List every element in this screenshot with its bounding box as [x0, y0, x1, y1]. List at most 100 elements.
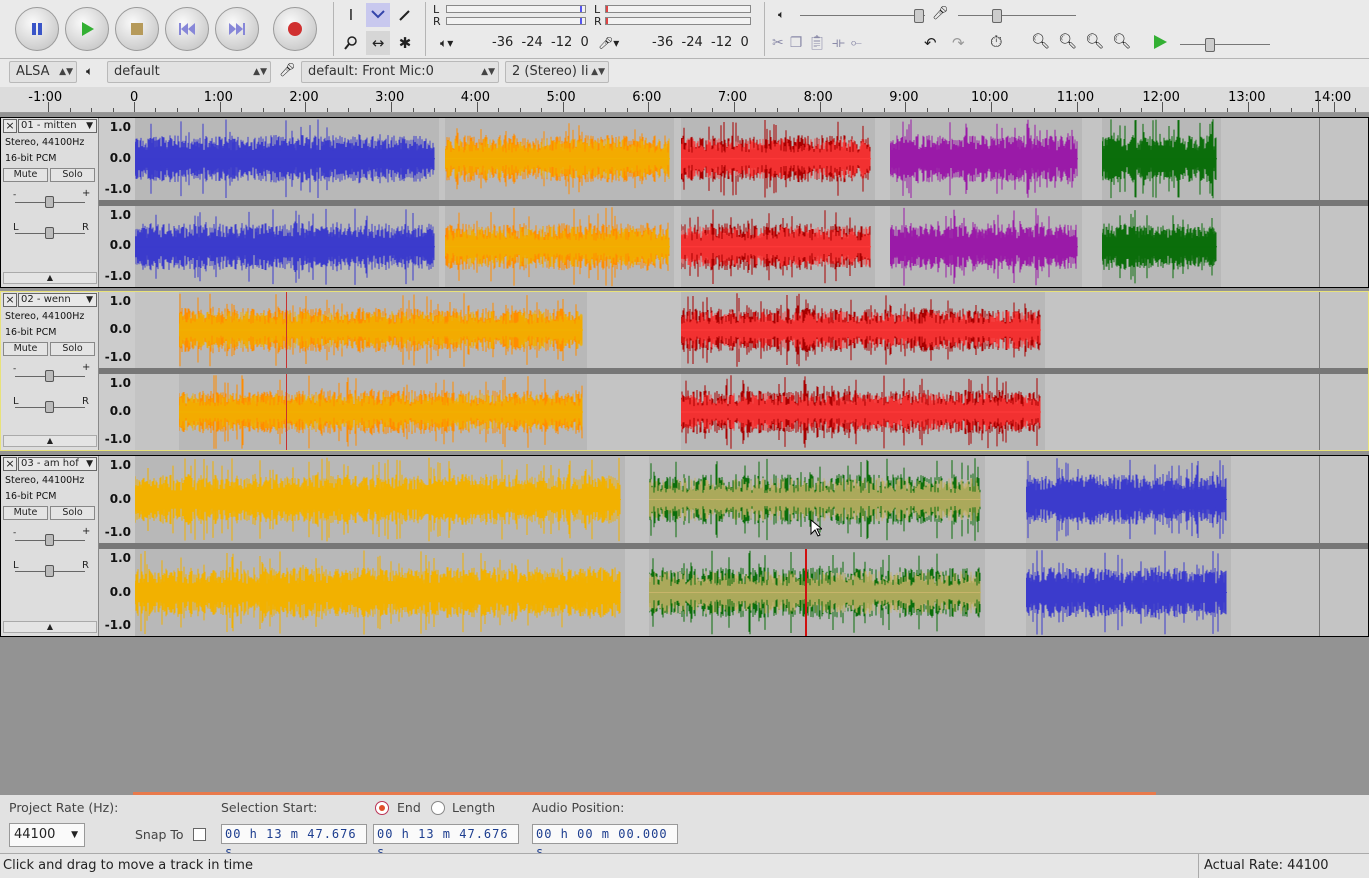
input-volume-slider[interactable]: [958, 15, 1076, 16]
selection-end-time[interactable]: 00 h 13 m 47.676 s: [373, 824, 519, 859]
paste-icon[interactable]: 📋︎: [808, 35, 826, 51]
speaker-icon[interactable]: 🔈︎▾: [440, 36, 453, 51]
audio-clip[interactable]: [135, 118, 439, 200]
waveform-channel[interactable]: [135, 118, 1368, 200]
playback-device-select[interactable]: default ▲▼: [107, 61, 271, 83]
gain-slider-thumb[interactable]: [45, 370, 54, 382]
draw-tool-icon[interactable]: [393, 3, 417, 27]
collapse-track-button[interactable]: ▲: [3, 435, 97, 447]
length-radio[interactable]: [431, 801, 445, 815]
waveform-channel[interactable]: [135, 549, 1368, 636]
waveform-channel[interactable]: [135, 205, 1368, 287]
audio-clip[interactable]: [135, 456, 625, 543]
play-speed-thumb[interactable]: [1205, 38, 1215, 52]
playback-meter-scale: -36 -24 -12 0: [492, 35, 589, 50]
play-at-speed-icon[interactable]: [1152, 34, 1168, 53]
gain-slider-thumb[interactable]: [45, 534, 54, 546]
solo-button[interactable]: Solo: [50, 506, 95, 520]
track-name-menu[interactable]: 02 - wenn ▼: [18, 293, 97, 307]
audio-host-select[interactable]: ALSA ▲▼: [9, 61, 77, 83]
play-button[interactable]: [65, 7, 109, 51]
pan-slider-thumb[interactable]: [45, 565, 54, 577]
audio-clip[interactable]: [890, 118, 1082, 200]
envelope-tool-icon[interactable]: [366, 3, 390, 27]
audio-clip[interactable]: [179, 292, 587, 368]
output-volume-slider[interactable]: [800, 15, 925, 16]
track-name-menu[interactable]: 03 - am hof ▼: [18, 457, 97, 471]
channels-select[interactable]: 2 (Stereo) Ii ▲▼: [505, 61, 609, 83]
waveform-channel[interactable]: [135, 292, 1368, 368]
audio-clip[interactable]: [135, 549, 625, 636]
record-button[interactable]: [273, 7, 317, 51]
mute-button[interactable]: Mute: [3, 168, 48, 182]
mute-button[interactable]: Mute: [3, 342, 48, 356]
track-name-menu[interactable]: 01 - mitten ▼: [18, 119, 97, 133]
audio-clip[interactable]: [681, 205, 875, 287]
audio-clip[interactable]: [135, 205, 439, 287]
audio-clip[interactable]: [681, 292, 1045, 368]
stop-button[interactable]: [115, 7, 159, 51]
zoom-in-icon[interactable]: 🔍︎: [1031, 32, 1050, 50]
fit-selection-icon[interactable]: 🔍︎: [1085, 32, 1104, 50]
waveform-channel[interactable]: [135, 374, 1368, 450]
project-rate-select[interactable]: 44100 ▼: [9, 823, 85, 847]
skip-to-end-button[interactable]: [215, 7, 259, 51]
close-icon[interactable]: ×: [3, 293, 17, 307]
audio-clip[interactable]: [1026, 456, 1231, 543]
fit-project-icon[interactable]: 🔍︎: [1112, 32, 1131, 50]
timeline-ruler[interactable]: -1:00 0 1:00 2:00 3:00 4:00 5:00 6:00 7:00 8:00 9:…: [0, 87, 1369, 113]
close-icon[interactable]: ×: [3, 457, 17, 471]
solo-button[interactable]: Solo: [50, 342, 95, 356]
selection-start-time[interactable]: 00 h 13 m 47.676 s: [221, 824, 367, 859]
sync-lock-icon[interactable]: ⏱︎: [990, 32, 1002, 52]
audio-clip[interactable]: [1102, 118, 1221, 200]
solo-button[interactable]: Solo: [50, 168, 95, 182]
redo-icon[interactable]: ↷: [952, 34, 965, 52]
ruler-tick: [134, 102, 135, 112]
audio-track[interactable]: × 01 - mitten ▼ Stereo, 44100Hz 16-bit PC…: [0, 117, 1369, 288]
recording-device-select[interactable]: default: Front Mic:0 ▲▼: [301, 61, 499, 83]
audio-clip[interactable]: [445, 118, 674, 200]
play-speed-slider[interactable]: [1180, 44, 1270, 45]
output-volume-thumb[interactable]: [914, 9, 924, 23]
ruler-label: 3:00: [375, 90, 405, 105]
audio-clip[interactable]: [649, 549, 985, 636]
audio-track[interactable]: × 02 - wenn ▼ Stereo, 44100Hz 16-bit PCM …: [0, 291, 1369, 451]
trim-icon[interactable]: ⟛: [832, 35, 845, 51]
cut-icon[interactable]: ✂: [772, 35, 784, 51]
multi-tool-icon[interactable]: ✱: [393, 31, 417, 55]
audio-clip[interactable]: [1026, 549, 1231, 636]
audio-position-time[interactable]: 00 h 00 m 00.000 s: [532, 824, 678, 859]
undo-icon[interactable]: ↶: [924, 34, 937, 52]
waveform-channel[interactable]: [135, 456, 1368, 543]
collapse-track-button[interactable]: ▲: [3, 621, 97, 633]
microphone-icon[interactable]: 🎤︎▾: [598, 36, 619, 50]
collapse-track-button[interactable]: ▲: [3, 272, 97, 284]
end-radio[interactable]: [375, 801, 389, 815]
audio-clip[interactable]: [179, 374, 587, 450]
input-volume-thumb[interactable]: [992, 9, 1002, 23]
zoom-tool-icon[interactable]: [339, 31, 363, 55]
silence-icon[interactable]: ⟜: [851, 35, 862, 51]
selection-tool-icon[interactable]: I: [339, 3, 363, 27]
audio-clip[interactable]: [681, 374, 1045, 450]
audio-clip[interactable]: [1102, 205, 1221, 287]
audio-clip[interactable]: [681, 118, 875, 200]
pan-slider-thumb[interactable]: [45, 401, 54, 413]
pan-left-label: L: [13, 222, 19, 233]
copy-icon[interactable]: ❐: [790, 35, 803, 51]
pause-button[interactable]: [15, 7, 59, 51]
close-icon[interactable]: ×: [3, 119, 17, 133]
audio-clip[interactable]: [445, 205, 674, 287]
length-label: Length: [452, 800, 496, 815]
track-control-panel: × 01 - mitten ▼ Stereo, 44100Hz 16-bit PC…: [1, 118, 99, 287]
zoom-out-icon[interactable]: 🔍︎: [1058, 32, 1077, 50]
audio-track[interactable]: × 03 - am hof ▼ Stereo, 44100Hz 16-bit PC…: [0, 455, 1369, 637]
snap-to-checkbox[interactable]: [193, 828, 206, 841]
skip-to-start-button[interactable]: [165, 7, 209, 51]
mute-button[interactable]: Mute: [3, 506, 48, 520]
audio-clip[interactable]: [890, 205, 1082, 287]
gain-slider-thumb[interactable]: [45, 196, 54, 208]
pan-slider-thumb[interactable]: [45, 227, 54, 239]
timeshift-tool-icon[interactable]: ↔: [366, 31, 390, 55]
